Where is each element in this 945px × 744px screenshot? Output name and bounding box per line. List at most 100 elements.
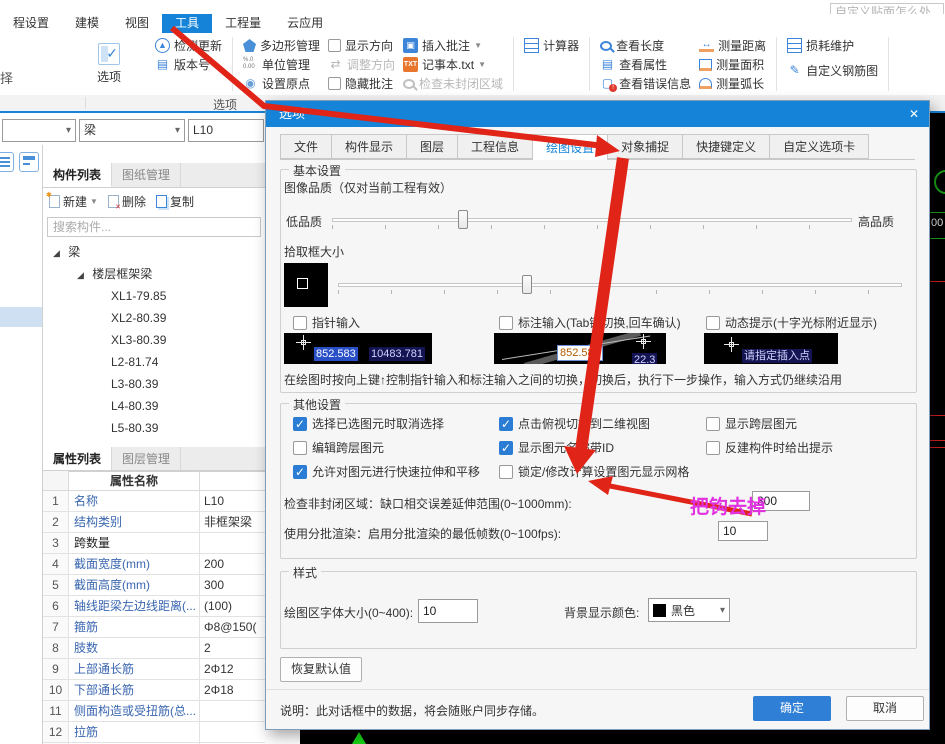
copy-button[interactable]: 复制 (156, 193, 194, 210)
property-table-header: 属性名称 (43, 471, 265, 491)
set-origin-button[interactable]: ◉ 设置原点 (239, 74, 324, 93)
pickbox-slider-track[interactable] (338, 283, 902, 287)
restore-defaults-button[interactable]: 恢复默认值 (280, 657, 362, 682)
lock-grid-checkbox[interactable]: 锁定/修改计算设置图元显示网格 (499, 463, 689, 480)
tab-property-list[interactable]: 属性列表 (43, 447, 112, 471)
ok-button[interactable]: 确定 (753, 696, 831, 721)
tree-expand-icon[interactable]: ◢ (53, 248, 60, 258)
tab-drawing-settings[interactable]: 绘图设置 (532, 134, 607, 160)
ruler-icon: ↔ (699, 39, 714, 52)
version-button[interactable]: ▤ 版本号 (151, 55, 226, 74)
dynamic-hint-checkbox[interactable]: 动态提示(十字光标附近显示) (706, 314, 877, 331)
tab-file[interactable]: 文件 (280, 134, 331, 159)
options-button[interactable]: 选项 (81, 33, 137, 95)
quick-stretch-checkbox[interactable]: 允许对图元进行快速拉伸和平移 (293, 463, 480, 480)
tab-custom-tab[interactable]: 自定义选项卡 (769, 134, 869, 159)
tab-layer-manage[interactable]: 图层管理 (112, 447, 181, 471)
tree-item[interactable]: XL3-80.39 (43, 329, 265, 351)
hide-annotation-toggle[interactable]: 隐藏批注 (324, 74, 399, 93)
bg-color-select[interactable]: 黑色 (648, 598, 730, 622)
delete-button[interactable]: 删除 (108, 193, 146, 210)
tree-item[interactable]: L3-80.39 (43, 373, 265, 395)
deselect-selected-checkbox[interactable]: 选择已选图元时取消选择 (293, 415, 444, 432)
tree-expand-icon[interactable]: ◢ (77, 270, 84, 280)
measure-area-button[interactable]: 测量面积 (695, 55, 770, 74)
min-fps-input[interactable] (718, 521, 768, 541)
quality-slider-handle[interactable] (458, 210, 468, 229)
tab-object-snap[interactable]: 对象捕捉 (607, 134, 682, 159)
tree-item[interactable]: XL1-79.85 (43, 285, 265, 307)
calculator-button[interactable]: 计算器 (520, 36, 583, 55)
polygon-manage-button[interactable]: 多边形管理 (239, 36, 324, 55)
dialog-tab-bar: 文件 构件显示 图层 工程信息 绘图设置 对象捕捉 快捷键定义 自定义选项卡 (280, 134, 915, 160)
pickbox-size-label: 拾取框大小 (284, 243, 344, 260)
hide-annotation-checkbox[interactable] (328, 77, 341, 90)
quality-slider-track[interactable] (332, 218, 852, 222)
tree-item[interactable]: L5-80.39 (43, 417, 265, 439)
element-type-select[interactable]: 梁 (79, 119, 185, 142)
table-row: 6轴线距梁左边线距离(...(100) (43, 596, 265, 617)
crosshair-icon (724, 337, 739, 352)
menu-modeling[interactable]: 建模 (62, 14, 112, 33)
measure-group: ↔ 测量距离 测量面积 测量弧长 (695, 33, 770, 95)
pickbox-slider-handle[interactable] (522, 275, 532, 294)
tree-node-beam[interactable]: ◢ 梁 (43, 241, 265, 263)
copy-doc-icon (156, 195, 167, 208)
font-size-input[interactable] (418, 599, 478, 623)
tree-node-floor-frame-beam[interactable]: ◢ 楼层框架梁 (43, 263, 265, 285)
pointer-input-checkbox[interactable]: 指针输入 (293, 314, 360, 331)
custom-rebar-button[interactable]: ✎ 自定义钢筋图 (783, 61, 882, 80)
check-update-button[interactable]: ▲ 检测更新 (151, 36, 226, 55)
tab-drawing-manage[interactable]: 图纸管理 (112, 163, 181, 187)
chevron-down-icon: ▼ (474, 41, 482, 50)
panel-list-icon[interactable] (0, 152, 14, 172)
new-button[interactable]: 新建 ▼ (49, 193, 98, 210)
menu-quantity[interactable]: 工程量 (212, 14, 274, 33)
batch-render-label: 使用分批渲染：启用分批渲染的最低帧数(0~100fps): (284, 525, 561, 542)
measure-distance-button[interactable]: ↔ 测量距离 (695, 36, 770, 55)
topview-2d-checkbox[interactable]: 点击俯视切换到二维视图 (499, 415, 650, 432)
delete-doc-icon (108, 195, 119, 208)
tree-item[interactable]: L2-81.74 (43, 351, 265, 373)
notepad-button[interactable]: TXT 记事本.txt ▼ (399, 55, 507, 74)
view-errors-button[interactable]: ▢ 查看错误信息 (596, 74, 695, 93)
gap-range-input[interactable] (752, 491, 810, 511)
dimension-input-checkbox[interactable]: 标注输入(Tab键切换,回车确认) (499, 314, 681, 331)
cancel-button[interactable]: 取消 (846, 696, 924, 721)
insert-annotation-button[interactable]: ▣ 插入批注 ▼ (399, 36, 507, 55)
adjust-direction-icon: ⇄ (328, 57, 343, 72)
dialog-title-bar[interactable]: 选项 (266, 101, 929, 127)
pickbox-slider-ticks (338, 290, 902, 294)
panel-window-icon[interactable] (19, 152, 39, 172)
tab-layer[interactable]: 图层 (406, 134, 457, 159)
table-row: 1名称L10 (43, 491, 265, 512)
close-icon[interactable]: ✕ (899, 101, 929, 127)
tree-item[interactable]: XL2-80.39 (43, 307, 265, 329)
show-direction-toggle[interactable]: 显示方向 (324, 36, 399, 55)
measure-arc-button[interactable]: 测量弧长 (695, 74, 770, 93)
show-direction-checkbox[interactable] (328, 39, 341, 52)
show-crosslayer-checkbox[interactable]: 显示跨层图元 (706, 415, 797, 432)
tab-project-info[interactable]: 工程信息 (457, 134, 532, 159)
component-search-input[interactable]: 搜索构件... (47, 217, 261, 237)
tab-component-display[interactable]: 构件显示 (331, 134, 406, 159)
menu-cloud[interactable]: 云应用 (274, 14, 336, 33)
edit-crosslayer-checkbox[interactable]: 编辑跨层图元 (293, 439, 384, 456)
menu-view[interactable]: 视图 (112, 14, 162, 33)
tab-shortcut-keys[interactable]: 快捷键定义 (682, 134, 769, 159)
loss-maintain-button[interactable]: 损耗维护 (783, 36, 882, 55)
rebuild-hint-checkbox[interactable]: 反建构件时给出提示 (706, 439, 833, 456)
show-id-checkbox[interactable]: 显示图元名称带ID (499, 439, 614, 456)
tab-component-list[interactable]: 构件列表 (43, 163, 112, 187)
bg-color-label: 背景显示颜色: (564, 604, 639, 621)
menu-tools[interactable]: 工具 (162, 14, 212, 33)
view-length-icon (600, 41, 612, 51)
clipped-label: 择 (0, 68, 13, 95)
element-name-select[interactable]: L10 (188, 119, 264, 142)
menu-project-settings[interactable]: 程设置 (0, 14, 62, 33)
view-length-button[interactable]: 查看长度 (596, 36, 695, 55)
unit-manage-button[interactable]: %.00.00 单位管理 (239, 55, 324, 74)
tree-item[interactable]: L4-80.39 (43, 395, 265, 417)
view-properties-button[interactable]: ▤ 查看属性 (596, 55, 695, 74)
category-select-arrow-holder[interactable] (2, 119, 76, 142)
